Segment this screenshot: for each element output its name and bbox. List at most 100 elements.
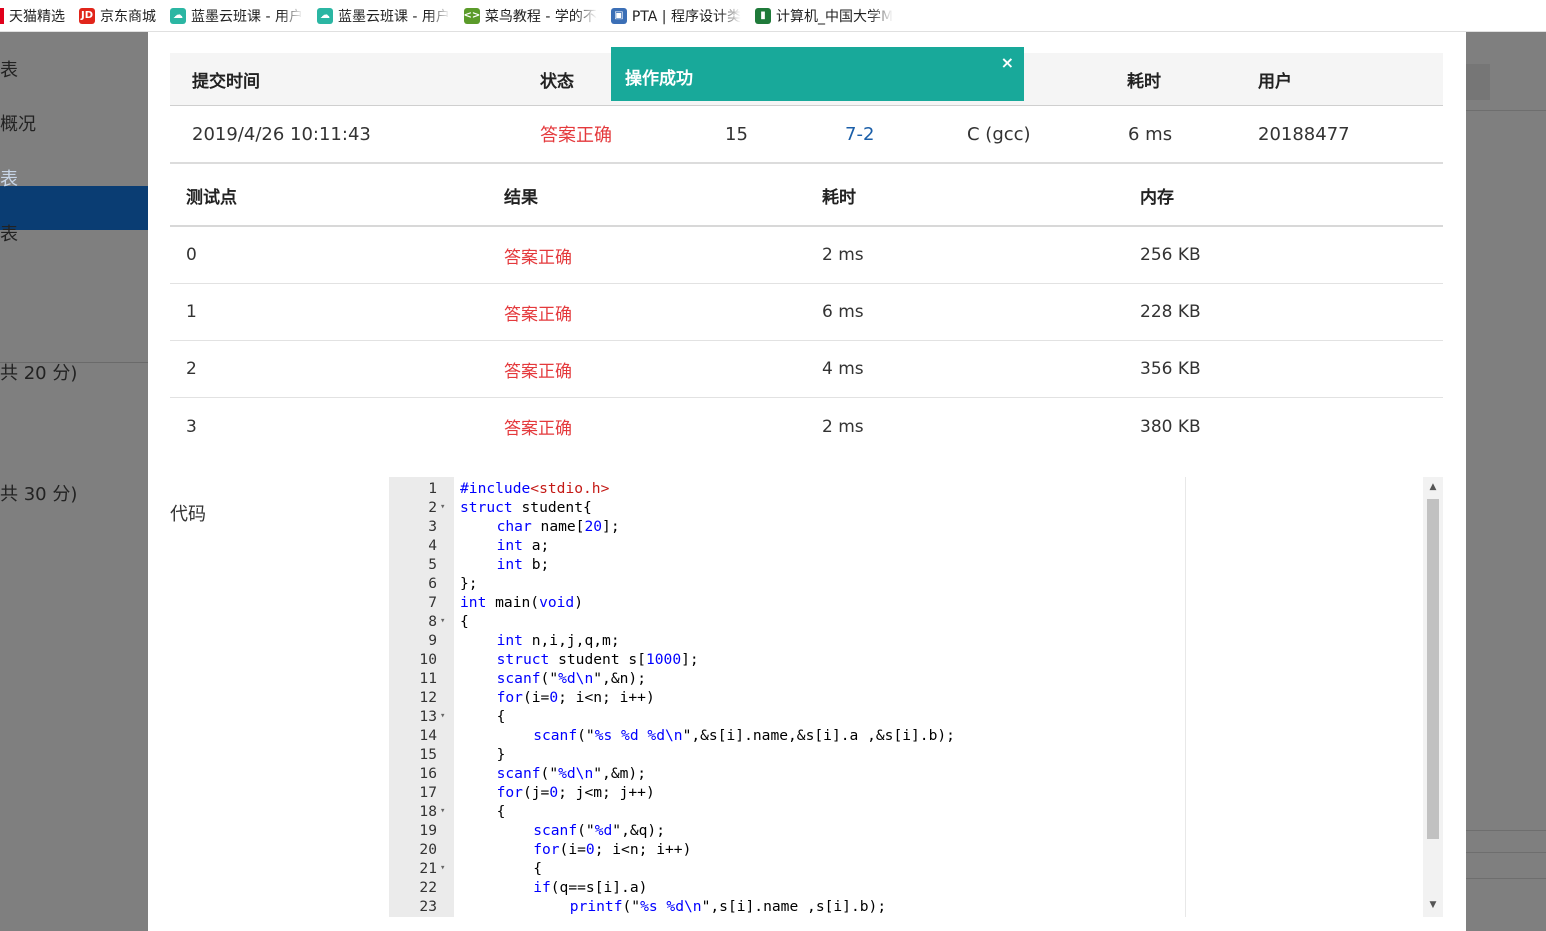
code-text: int a; <box>496 537 550 554</box>
sidebar-item-overview[interactable]: 概况 <box>0 110 148 136</box>
bookmark-item[interactable]: ☁ 蓝墨云班课 - 用户 <box>170 6 303 26</box>
code-text: scanf("%s %d %d\n",&s[i].name,&s[i].a ,&… <box>533 727 955 744</box>
code-text: for(j=0; j<m; j++) <box>496 784 655 801</box>
line-number: 8 <box>428 613 437 630</box>
line-number: 23 <box>419 898 437 915</box>
bookmark-item[interactable]: ☁ 蓝墨云班课 - 用户 <box>316 6 450 26</box>
code-line: 11 scanf("%d\n",&n); <box>389 669 1419 688</box>
code-line: 15} <box>389 745 1419 764</box>
bookmarks-bar: 天猫精选 JD 京东商城 ☁ 蓝墨云班课 - 用户 ☁ 蓝墨云班课 - 用户 <> 菜鸟教程 -… <box>0 0 1546 32</box>
elapsed-time: 6 ms <box>1128 123 1173 145</box>
background-divider <box>1466 878 1546 879</box>
fold-toggle-icon[interactable]: ▾ <box>440 498 450 517</box>
header-elapsed: 耗时 <box>822 188 856 208</box>
line-number: 17 <box>419 784 437 801</box>
line-number: 15 <box>419 746 437 763</box>
status-accepted: 答案正确 <box>540 125 612 146</box>
fold-toggle-icon[interactable]: ▾ <box>440 612 450 631</box>
code-content[interactable]: 1 #include<stdio.h> 2 ▾ struct student{3 char… <box>389 479 1419 916</box>
scroll-down-arrow-icon[interactable]: ▼ <box>1423 897 1443 913</box>
close-icon[interactable]: × <box>1001 53 1014 72</box>
line-number: 22 <box>419 879 437 896</box>
code-line: 18 ▾ { <box>389 802 1419 821</box>
background-divider <box>1466 852 1546 853</box>
line-number: 19 <box>419 822 437 839</box>
bookmark-item[interactable]: JD 京东商城 <box>79 6 156 26</box>
testcase-case: 2 <box>186 359 197 379</box>
runoob-icon: <> <box>463 7 480 24</box>
testcase-memory: 256 KB <box>1140 245 1201 265</box>
mooc-icon: ▮ <box>754 7 771 24</box>
testcase-table: 测试点 结果 耗时 内存 0 答案正确 2 ms 256 KB 1 答案正确 6 ms 228… <box>170 166 1443 455</box>
submit-time: 2019/4/26 10:11:43 <box>192 123 371 145</box>
jd-icon: JD <box>79 7 95 24</box>
mosoteach-icon: ☁ <box>170 7 186 24</box>
bookmark-item[interactable]: <> 菜鸟教程 - 学的不 <box>463 6 597 26</box>
sidebar-item[interactable]: 表 <box>0 56 148 82</box>
code-text: struct student s[1000]; <box>496 651 699 668</box>
sidebar-score: 共 20 分) <box>0 363 78 384</box>
sidebar-item-active-label: 表 <box>0 169 18 190</box>
code-text: { <box>496 803 506 820</box>
code-text: for(i=0; i<n; i++) <box>496 689 655 706</box>
sidebar-item-label: 表 <box>0 60 18 81</box>
code-text: if(q==s[i].a) <box>533 879 648 896</box>
code-text: scanf("%d\n",&n); <box>496 670 646 687</box>
code-text: for(i=0; i<n; i++) <box>533 841 692 858</box>
line-number: 1 <box>428 480 437 497</box>
score: 15 <box>725 123 748 145</box>
line-number: 10 <box>419 651 437 668</box>
header-submit-time: 提交时间 <box>192 71 260 92</box>
header-user: 用户 <box>1258 71 1292 92</box>
bookmark-label: 计算机_中国大学M <box>775 8 894 25</box>
testcase-result: 答案正确 <box>504 247 572 268</box>
fold-toggle-icon[interactable]: ▾ <box>440 707 450 726</box>
code-line: 2 ▾ struct student{ <box>389 498 1419 517</box>
code-editor[interactable]: 1 #include<stdio.h> 2 ▾ struct student{3 char… <box>389 477 1443 917</box>
code-scrollbar[interactable]: ▲ ▼ <box>1423 477 1443 917</box>
testcase-case: 0 <box>186 245 197 265</box>
sidebar-score: 共 30 分) <box>0 484 78 505</box>
code-line: 1 #include<stdio.h> <box>389 479 1419 498</box>
code-text: int main(void) <box>460 594 584 611</box>
scroll-up-arrow-icon[interactable]: ▲ <box>1423 479 1443 495</box>
problem-link[interactable]: 7-2 <box>845 106 874 162</box>
code-text: int b; <box>496 556 550 573</box>
code-text: } <box>496 746 506 763</box>
bookmark-item[interactable]: 天猫精选 <box>0 6 65 26</box>
code-text: struct student{ <box>460 499 592 516</box>
submission-row: 2019/4/26 10:11:43 答案正确 15 7-2 C (gcc) 6… <box>170 106 1443 164</box>
code-text: #include<stdio.h> <box>460 480 610 497</box>
scrollbar-thumb[interactable] <box>1427 499 1439 839</box>
code-line: 14 scanf("%s %d %d\n",&s[i].name,&s[i].a … <box>389 726 1419 745</box>
code-line: 19 scanf("%d",&q); <box>389 821 1419 840</box>
code-line: 13 ▾ { <box>389 707 1419 726</box>
bookmark-item[interactable]: ▣ PTA | 程序设计类 <box>610 6 741 26</box>
code-line: 9 int n,i,j,q,m; <box>389 631 1419 650</box>
bookmark-label: 蓝墨云班课 - 用户 <box>337 8 450 25</box>
line-number: 14 <box>419 727 437 744</box>
line-number: 16 <box>419 765 437 782</box>
code-line: 22 if(q==s[i].a) <box>389 878 1419 897</box>
code-text: char name[20]; <box>496 518 620 535</box>
line-number: 18 <box>419 803 437 820</box>
background-divider <box>1466 830 1546 831</box>
testcase-elapsed: 2 ms <box>822 416 864 437</box>
sidebar-item[interactable]: 表 <box>0 220 148 246</box>
line-number: 12 <box>419 689 437 706</box>
testcase-result: 答案正确 <box>504 419 572 439</box>
testcase-row: 3 答案正确 2 ms 380 KB <box>170 398 1443 455</box>
fold-toggle-icon[interactable]: ▾ <box>440 802 450 821</box>
line-number: 13 <box>419 708 437 725</box>
code-text: { <box>496 708 506 725</box>
testcase-case: 3 <box>186 416 197 437</box>
testcase-memory: 356 KB <box>1140 359 1201 379</box>
mosoteach-icon: ☁ <box>316 7 333 24</box>
sidebar-item-label: 概况 <box>0 114 36 135</box>
line-number: 11 <box>419 670 437 687</box>
line-number: 6 <box>428 575 437 592</box>
code-line: 6}; <box>389 574 1419 593</box>
fold-toggle-icon[interactable]: ▾ <box>440 859 450 878</box>
testcase-result: 答案正确 <box>504 361 572 382</box>
bookmark-item[interactable]: ▮ 计算机_中国大学M <box>754 6 894 26</box>
